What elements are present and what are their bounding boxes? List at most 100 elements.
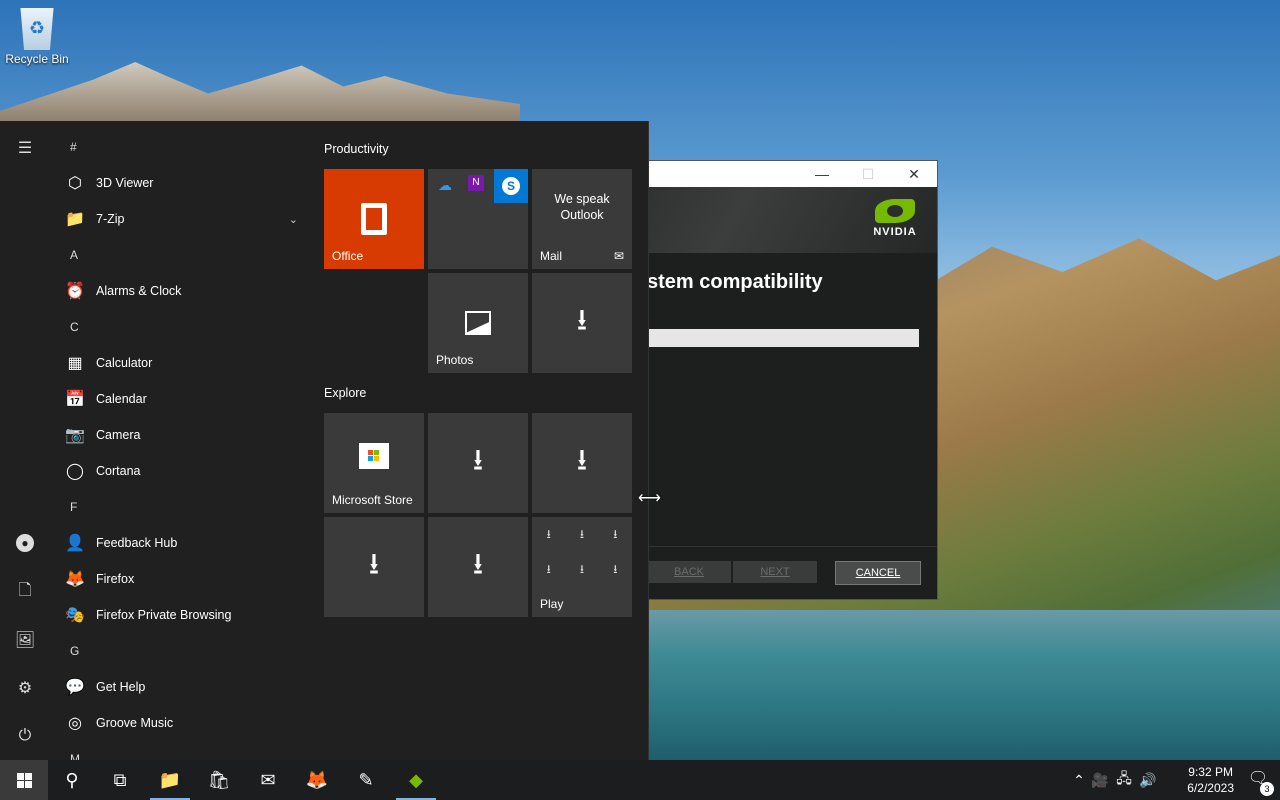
file-explorer-button[interactable]: 📁 (146, 760, 194, 800)
cancel-button[interactable]: CANCEL (835, 561, 921, 585)
tile-download-1[interactable]: ⭳ (532, 273, 632, 373)
installer-banner: NVIDIA (601, 187, 937, 253)
close-button[interactable]: ✕ (891, 166, 937, 183)
start-menu: ☰ ● 🗋 🖼 ⚙ ⏻ # ⬡ 3D Viewer 📁 7-Zip ⌄ A ⏰ Alarms &… (0, 121, 649, 766)
download-icon: ⭳ (576, 303, 588, 337)
download-icon: ⭳ (472, 547, 484, 581)
tile-mail[interactable]: We speak Outlook Mail ✉ (532, 169, 632, 269)
recycle-bin-icon (20, 8, 54, 50)
download-icon: ⭳ (472, 443, 484, 477)
download-icon: ⭳ (579, 527, 585, 541)
back-button[interactable]: BACK (647, 561, 731, 583)
tile-photos[interactable]: Photos (428, 273, 528, 373)
search-icon: ⚲ (65, 769, 79, 790)
app-list-letter[interactable]: F (50, 489, 310, 525)
installer-app-button[interactable]: ✎ (342, 760, 390, 800)
store-button[interactable]: 🛍 (195, 760, 243, 800)
pictures-icon[interactable]: 🖼 (0, 620, 50, 660)
power-icon[interactable]: ⏻ (0, 716, 50, 756)
tile-office[interactable]: Office (324, 169, 424, 269)
hamburger-icon[interactable]: ☰ (0, 128, 50, 168)
app-list-item[interactable]: ▦ Calculator (50, 345, 310, 381)
tile-play[interactable]: ⭳ ⭳ ⭳ ⭳ ⭳ ⭳ Play (532, 517, 632, 617)
app-label: Alarms & Clock (96, 284, 182, 298)
download-icon: ⭳ (613, 562, 618, 576)
start-button[interactable] (0, 760, 48, 800)
calendar-icon: 📅 (65, 391, 85, 408)
download-icon: ⭳ (579, 562, 585, 576)
app-label: 3D Viewer (96, 176, 154, 190)
app-list-item[interactable]: 🎭 Firefox Private Browsing (50, 597, 310, 633)
app-list-letter[interactable]: C (50, 309, 310, 345)
app-label: Calculator (96, 356, 153, 370)
app-list-item[interactable]: 📷 Camera (50, 417, 310, 453)
next-button[interactable]: NEXT (733, 561, 817, 583)
firefox-button[interactable]: 🦊 (293, 760, 341, 800)
task-view-button[interactable]: ⧉ (96, 760, 144, 800)
alarm-clock-icon: ⏰ (65, 283, 85, 300)
app-label: 7-Zip (96, 212, 125, 226)
app-label: Get Help (96, 680, 146, 694)
search-button[interactable]: ⚲ (48, 760, 96, 800)
task-view-icon: ⧉ (113, 769, 127, 790)
nvidia-installer-button[interactable]: ◆ (392, 760, 440, 800)
app-list[interactable]: # ⬡ 3D Viewer 📁 7-Zip ⌄ A ⏰ Alarms & Clock C ▦ Calc… (50, 121, 310, 768)
nvidia-installer-icon: ◆ (409, 769, 423, 790)
app-label: Cortana (96, 464, 141, 478)
app-label: Groove Music (96, 716, 174, 730)
progress-bar (647, 329, 919, 347)
clock[interactable]: 9:32 PM 6/2/2023 (1187, 764, 1234, 796)
nvidia-logo: NVIDIA (869, 199, 921, 238)
download-icon: ⭳ (546, 527, 551, 541)
network-icon[interactable]: 🖧 (1112, 768, 1136, 792)
document-icon[interactable]: 🗋 (0, 572, 50, 612)
app-list-letter[interactable]: A (50, 237, 310, 273)
meet-now-icon[interactable]: 🎥 (1088, 772, 1112, 789)
windows-logo-icon (16, 772, 32, 788)
app-label: Camera (96, 428, 141, 442)
get-help-icon: 💬 (65, 679, 85, 696)
app-list-item[interactable]: 📅 Calendar (50, 381, 310, 417)
app-list-item[interactable]: 👤 Feedback Hub (50, 525, 310, 561)
app-list-item[interactable]: ◯ Cortana (50, 453, 310, 489)
app-list-item[interactable]: 🦊 Firefox (50, 561, 310, 597)
settings-icon[interactable]: ⚙ (0, 668, 50, 708)
installer-button-bar: BACK NEXT CANCEL (601, 546, 937, 599)
tile-download-2[interactable]: ⭳ (428, 413, 528, 513)
resize-cursor-icon: ⟷ (638, 490, 661, 507)
mail-button[interactable]: ✉ (244, 760, 292, 800)
start-rail: ☰ ● 🗋 🖼 ⚙ ⏻ (0, 121, 50, 760)
app-list-letter[interactable]: G (50, 633, 310, 669)
user-icon[interactable]: ● (0, 523, 50, 563)
app-list-letter[interactable]: # (50, 129, 310, 165)
app-list-item[interactable]: 📁 7-Zip ⌄ (50, 201, 310, 237)
groove-music-icon: ◎ (68, 715, 82, 732)
recycle-bin[interactable]: Recycle Bin (4, 8, 70, 66)
tile-microsoft-store[interactable]: Microsoft Store (324, 413, 424, 513)
file-explorer-icon: 📁 (158, 769, 182, 790)
volume-icon[interactable]: 🔊 (1136, 772, 1160, 789)
tile-download-5[interactable]: ⭳ (428, 517, 528, 617)
chevron-down-icon[interactable]: ⌄ (289, 213, 298, 226)
installer-titlebar[interactable]: — ☐ ✕ (601, 161, 937, 187)
mail-icon: ✉ (260, 769, 276, 790)
tile-download-4[interactable]: ⭳ (324, 517, 424, 617)
store-bag-icon: 🛍 (207, 769, 231, 790)
nvidia-installer-window[interactable]: — ☐ ✕ NVIDIA stem compatibility BACK NEX… (600, 160, 938, 600)
mail-icon: ✉ (613, 249, 624, 263)
action-center-button[interactable]: 🗨 3 (1246, 768, 1274, 796)
chevron-up-icon[interactable]: ⌃ (1070, 772, 1088, 789)
app-list-item[interactable]: ◎ Groove Music (50, 705, 310, 741)
download-icon: ⭳ (368, 547, 380, 581)
system-tray: ⌃ 🎥 🖧 🔊 (1070, 760, 1160, 800)
tile-office-apps[interactable]: ☁ N S (428, 169, 528, 269)
app-list-item[interactable]: 💬 Get Help (50, 669, 310, 705)
maximize-button[interactable]: ☐ (845, 166, 891, 183)
play-folder-grid: ⭳ ⭳ ⭳ ⭳ ⭳ ⭳ (532, 525, 632, 581)
minimize-button[interactable]: — (799, 166, 845, 182)
tile-download-3[interactable]: ⭳ (532, 413, 632, 513)
taskbar: ⚲ ⧉ 📁 🛍 ✉ 🦊 ✎ ◆ ⌃ 🎥 🖧 🔊 9:32 PM 6/2/2023… (0, 760, 1280, 800)
app-list-item[interactable]: ⬡ 3D Viewer (50, 165, 310, 201)
app-list-item[interactable]: ⏰ Alarms & Clock (50, 273, 310, 309)
onenote-icon: N (468, 175, 484, 191)
